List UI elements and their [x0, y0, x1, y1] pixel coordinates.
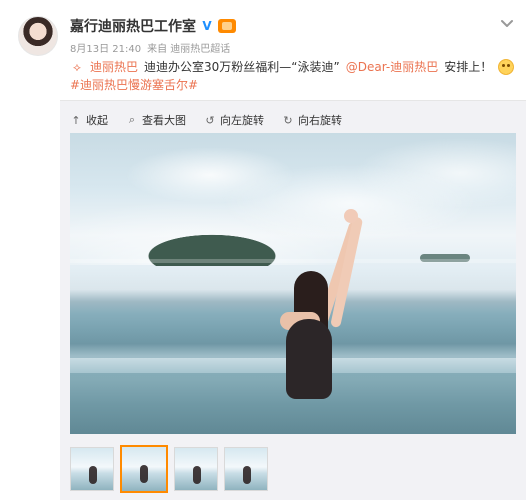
rotate-left-label: 向左旋转	[220, 114, 264, 127]
large-photo[interactable]	[70, 133, 516, 434]
post-body: ⟡ 迪丽热巴 迪迪办公室30万粉丝福利—“泳装迪” @Dear-迪丽热巴 安排上…	[70, 58, 520, 94]
post-text-suffix: 安排上！	[444, 60, 493, 74]
avatar[interactable]	[18, 16, 58, 56]
photo-person	[266, 209, 376, 419]
super-topic-link[interactable]: 迪丽热巴	[90, 58, 138, 76]
thumbnail[interactable]	[70, 447, 114, 491]
verified-icon: V	[202, 19, 212, 33]
view-large-label: 查看大图	[142, 114, 186, 127]
thumbnail-strip	[70, 445, 268, 493]
collapse-label: 收起	[86, 114, 108, 127]
rotate-right-label: 向右旋转	[298, 114, 342, 127]
post-time[interactable]: 8月13日 21:40	[70, 40, 141, 55]
media-toolbar: ↑ 收起 ⌕ 查看大图 ↺ 向左旋转 ↻ 向右旋转	[70, 110, 342, 130]
chevron-down-icon[interactable]	[498, 14, 516, 32]
smile-emoji-icon	[498, 59, 515, 75]
photo-hands	[344, 209, 358, 223]
post-body-line: ⟡ 迪丽热巴 迪迪办公室30万粉丝福利—“泳装迪” @Dear-迪丽热巴 安排上…	[70, 58, 520, 76]
author-name[interactable]: 嘉行迪丽热巴工作室	[70, 16, 196, 36]
post-meta: 8月13日 21:40 来自 迪丽热巴超话	[70, 40, 230, 55]
thumbnail-selected[interactable]	[120, 445, 168, 493]
author-row: 嘉行迪丽热巴工作室 V	[70, 16, 236, 36]
collapse-button[interactable]: ↑ 收起	[70, 112, 108, 128]
thumbnail[interactable]	[224, 447, 268, 491]
badge-icon	[218, 19, 236, 33]
hashtag-link[interactable]: #迪丽热巴慢游塞舌尔#	[70, 76, 198, 94]
rotate-left-icon: ↺	[205, 113, 215, 127]
weibo-post-header: 嘉行迪丽热巴工作室 V 8月13日 21:40 来自 迪丽热巴超话 ⟡ 迪丽热巴…	[0, 0, 530, 100]
expanded-media-panel: ↑ 收起 ⌕ 查看大图 ↺ 向左旋转 ↻ 向右旋转	[60, 100, 526, 500]
search-icon: ⌕	[128, 113, 136, 126]
view-large-button[interactable]: ⌕ 查看大图	[126, 112, 186, 128]
post-text: 迪迪办公室30万粉丝福利—“泳装迪”	[144, 60, 340, 74]
rotate-right-icon: ↻	[283, 113, 293, 127]
photo-swimsuit	[286, 319, 332, 399]
super-topic-icon: ⟡	[73, 60, 81, 74]
rotate-right-button[interactable]: ↻ 向右旋转	[282, 112, 342, 128]
rotate-left-button[interactable]: ↺ 向左旋转	[204, 112, 264, 128]
thumbnail[interactable]	[174, 447, 218, 491]
arrow-up-icon: ↑	[71, 113, 81, 127]
post-hashtag-line: #迪丽热巴慢游塞舌尔#	[70, 76, 520, 94]
post-source[interactable]: 来自 迪丽热巴超话	[147, 40, 230, 55]
mention-link[interactable]: @Dear-迪丽热巴	[346, 58, 438, 76]
